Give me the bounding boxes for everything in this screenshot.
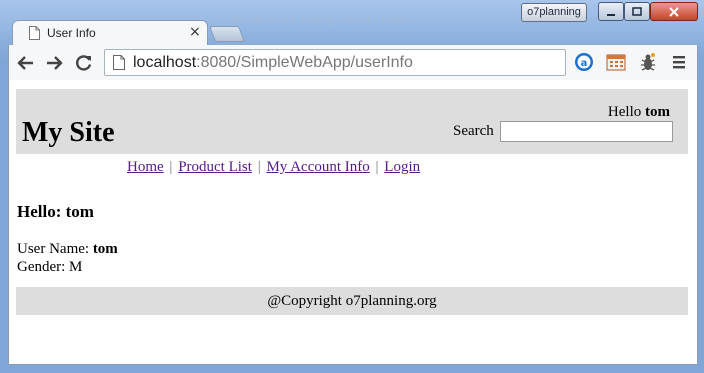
minimize-button[interactable]	[598, 2, 624, 21]
page-viewport: My Site Hello tom Search Home | Product …	[8, 80, 698, 365]
menu-link-product-list[interactable]: Product List	[178, 159, 252, 175]
forward-arrow-icon	[47, 56, 63, 70]
close-icon	[669, 6, 679, 17]
hello-prefix: Hello	[607, 104, 645, 120]
reload-button[interactable]	[73, 52, 95, 74]
calendar-extension-icon[interactable]	[606, 52, 626, 72]
username-value: tom	[92, 241, 118, 257]
tab-title: User Info	[47, 26, 96, 40]
menu-separator: |	[169, 159, 173, 175]
menu-link-home[interactable]: Home	[127, 159, 164, 175]
page-info-icon	[113, 55, 125, 70]
username-line: User Name: tom	[17, 240, 118, 258]
bug-extension-icon[interactable]	[638, 52, 658, 72]
url-host: localhost	[133, 54, 197, 71]
back-button[interactable]	[15, 52, 37, 74]
svg-text:a: a	[581, 58, 588, 69]
site-footer: @Copyright o7planning.org	[16, 287, 688, 315]
site-title: My Site	[22, 117, 115, 148]
menu-link-login[interactable]: Login	[384, 159, 420, 175]
forward-button[interactable]	[43, 52, 65, 74]
a-extension-icon[interactable]: a	[574, 52, 594, 72]
menu-separator: |	[257, 159, 261, 175]
username-label: User Name:	[17, 241, 93, 257]
tab-user-info[interactable]: User Info ×	[12, 20, 208, 46]
maximize-button[interactable]	[624, 2, 650, 21]
site-header: My Site Hello tom Search	[16, 89, 688, 154]
user-info: User Name: tom Gender: M	[17, 240, 118, 276]
profile-badge[interactable]: o7planning	[521, 3, 587, 22]
close-window-button[interactable]	[650, 2, 698, 21]
new-tab-button[interactable]	[209, 26, 245, 42]
reload-icon	[76, 55, 92, 71]
url-path: :8080/SimpleWebApp/userInfo	[196, 54, 413, 71]
search-input[interactable]	[500, 121, 673, 142]
page-icon	[29, 26, 40, 40]
back-arrow-icon	[17, 56, 33, 70]
minimize-icon	[607, 13, 615, 16]
page-heading: Hello: tom	[17, 202, 94, 221]
address-bar[interactable]: localhost:8080/SimpleWebApp/userInfo	[104, 49, 566, 76]
site-menu: Home | Product List | My Account Info | …	[127, 159, 420, 176]
tab-close-icon[interactable]: ×	[189, 24, 201, 40]
gender-line: Gender: M	[17, 259, 83, 275]
search-label: Search	[453, 123, 494, 139]
hello-greeting: Hello tom	[608, 104, 670, 121]
url-text: localhost:8080/SimpleWebApp/userInfo	[133, 54, 413, 72]
maximize-icon	[632, 6, 642, 16]
browser-toolbar: localhost:8080/SimpleWebApp/userInfo a	[8, 45, 698, 80]
background-window-title: Quản trị hệ thống - Toad - Help	[232, 14, 408, 27]
menu-icon[interactable]	[669, 52, 689, 72]
menu-separator: |	[375, 159, 379, 175]
hello-username: tom	[645, 104, 670, 120]
menu-link-my-account-info[interactable]: My Account Info	[266, 159, 369, 175]
